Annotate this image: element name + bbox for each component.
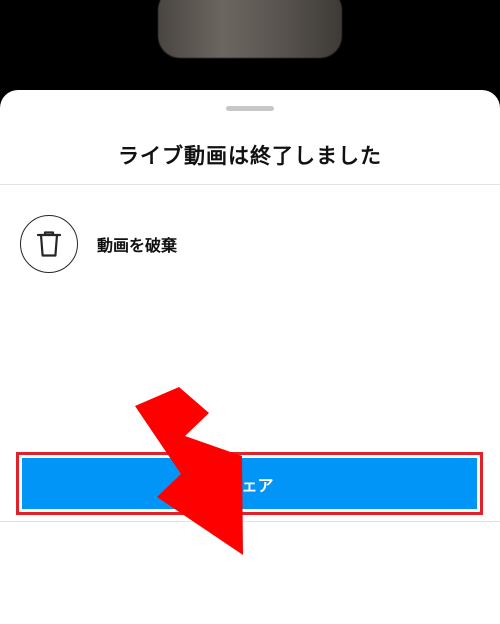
discard-icon-circle xyxy=(20,215,78,273)
live-video-preview xyxy=(158,0,342,58)
divider xyxy=(0,521,500,522)
trash-icon xyxy=(36,231,62,257)
discard-video-label: 動画を破棄 xyxy=(97,236,178,255)
discard-video-option[interactable]: 動画を破棄 xyxy=(20,214,480,274)
sheet-title: ライブ動画は終了しました xyxy=(118,144,382,168)
share-button[interactable]: シェア xyxy=(22,458,477,509)
bottom-sheet: ライブ動画は終了しました 動画を破棄 xyxy=(0,90,500,624)
divider xyxy=(0,184,500,185)
sheet-grabber[interactable] xyxy=(226,106,274,111)
screen: ライブ動画は終了しました 動画を破棄 シェア xyxy=(0,0,500,624)
